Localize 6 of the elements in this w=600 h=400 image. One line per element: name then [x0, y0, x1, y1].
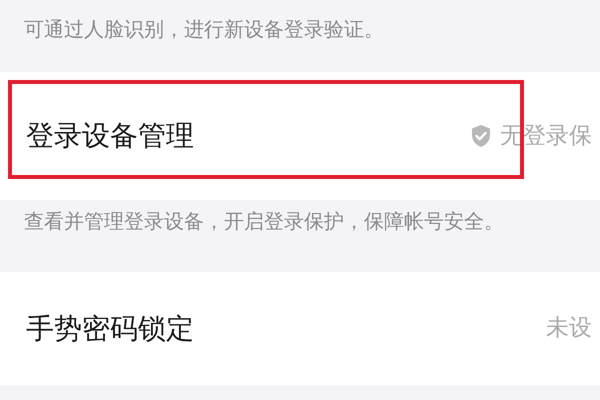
settings-row[interactable]: 手势密码锁定 未设	[0, 272, 600, 385]
section-description: 可通过人脸识别，进行新设备登录验证。	[24, 17, 384, 41]
setting-title: 登录设备管理	[26, 118, 194, 154]
setting-title: 手势密码锁定	[26, 310, 194, 346]
section-description: 查看并管理登录设备，开启登录保护，保障帐号安全。	[24, 209, 504, 233]
setting-value: 未设	[546, 314, 592, 344]
